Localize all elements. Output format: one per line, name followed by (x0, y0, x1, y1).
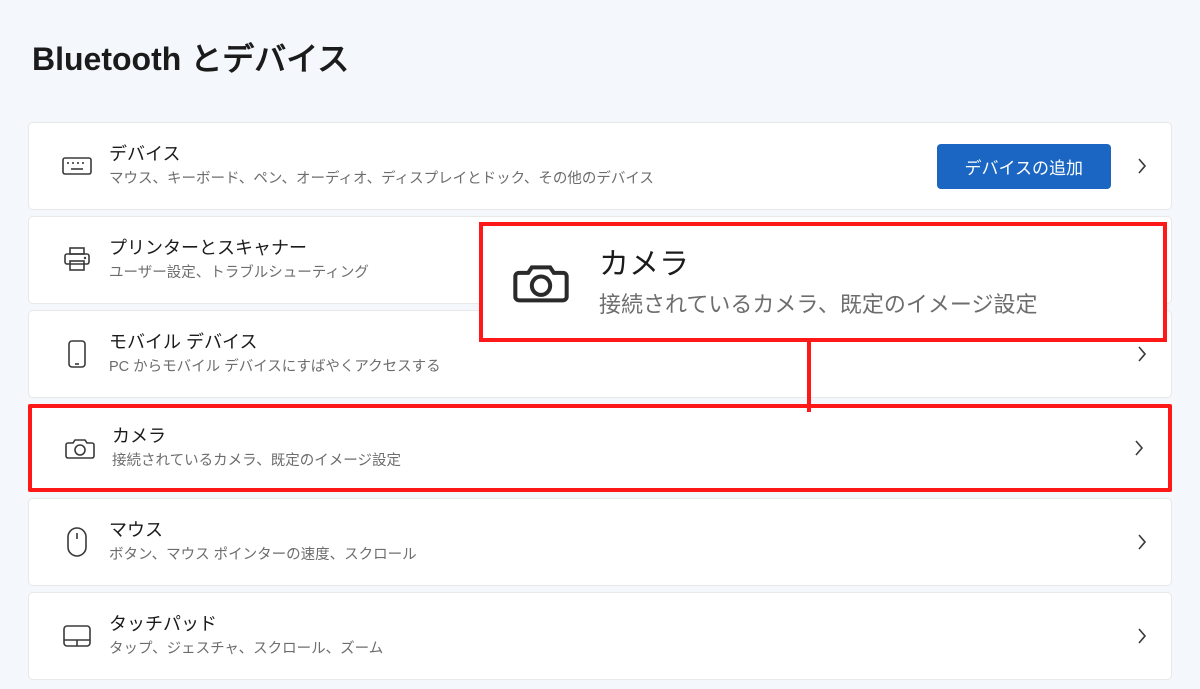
row-touchpad-desc: タップ、ジェスチャ、スクロール、ズーム (109, 640, 1135, 659)
row-mouse[interactable]: マウス ボタン、マウス ポインターの速度、スクロール (28, 498, 1172, 586)
camera-callout-label: カメラ (599, 246, 1037, 284)
row-devices-desc: マウス、キーボード、ペン、オーディオ、ディスプレイとドック、その他のデバイス (109, 170, 937, 189)
row-mouse-desc: ボタン、マウス ポインターの速度、スクロール (109, 546, 1135, 565)
row-camera-label: カメラ (112, 425, 1132, 448)
keyboard-icon (51, 154, 103, 178)
camera-icon (501, 260, 581, 304)
row-devices[interactable]: デバイス マウス、キーボード、ペン、オーディオ、ディスプレイとドック、その他のデ… (28, 122, 1172, 210)
row-camera-desc: 接続されているカメラ、既定のイメージ設定 (112, 452, 1132, 471)
row-camera[interactable]: カメラ 接続されているカメラ、既定のイメージ設定 (28, 404, 1172, 492)
chevron-right-icon (1135, 343, 1149, 365)
row-touchpad-label: タッチパッド (109, 613, 1135, 636)
row-mouse-label: マウス (109, 519, 1135, 542)
touchpad-icon (51, 624, 103, 648)
camera-callout-desc: 接続されているカメラ、既定のイメージ設定 (599, 291, 1037, 319)
chevron-right-icon (1135, 155, 1149, 177)
camera-callout: カメラ 接続されているカメラ、既定のイメージ設定 (479, 222, 1167, 342)
row-devices-label: デバイス (109, 143, 937, 166)
page-title: Bluetooth とデバイス (32, 34, 1172, 80)
mouse-icon (51, 527, 103, 557)
settings-list: デバイス マウス、キーボード、ペン、オーディオ、ディスプレイとドック、その他のデ… (28, 122, 1172, 680)
row-mobile-desc: PC からモバイル デバイスにすばやくアクセスする (109, 358, 1135, 377)
camera-icon (54, 436, 106, 460)
callout-connector (807, 342, 811, 412)
add-device-button[interactable]: デバイスの追加 (937, 144, 1112, 189)
chevron-right-icon (1135, 531, 1149, 553)
row-touchpad[interactable]: タッチパッド タップ、ジェスチャ、スクロール、ズーム (28, 592, 1172, 680)
printer-icon (51, 247, 103, 273)
chevron-right-icon (1135, 625, 1149, 647)
phone-icon (51, 340, 103, 368)
chevron-right-icon (1132, 437, 1146, 459)
